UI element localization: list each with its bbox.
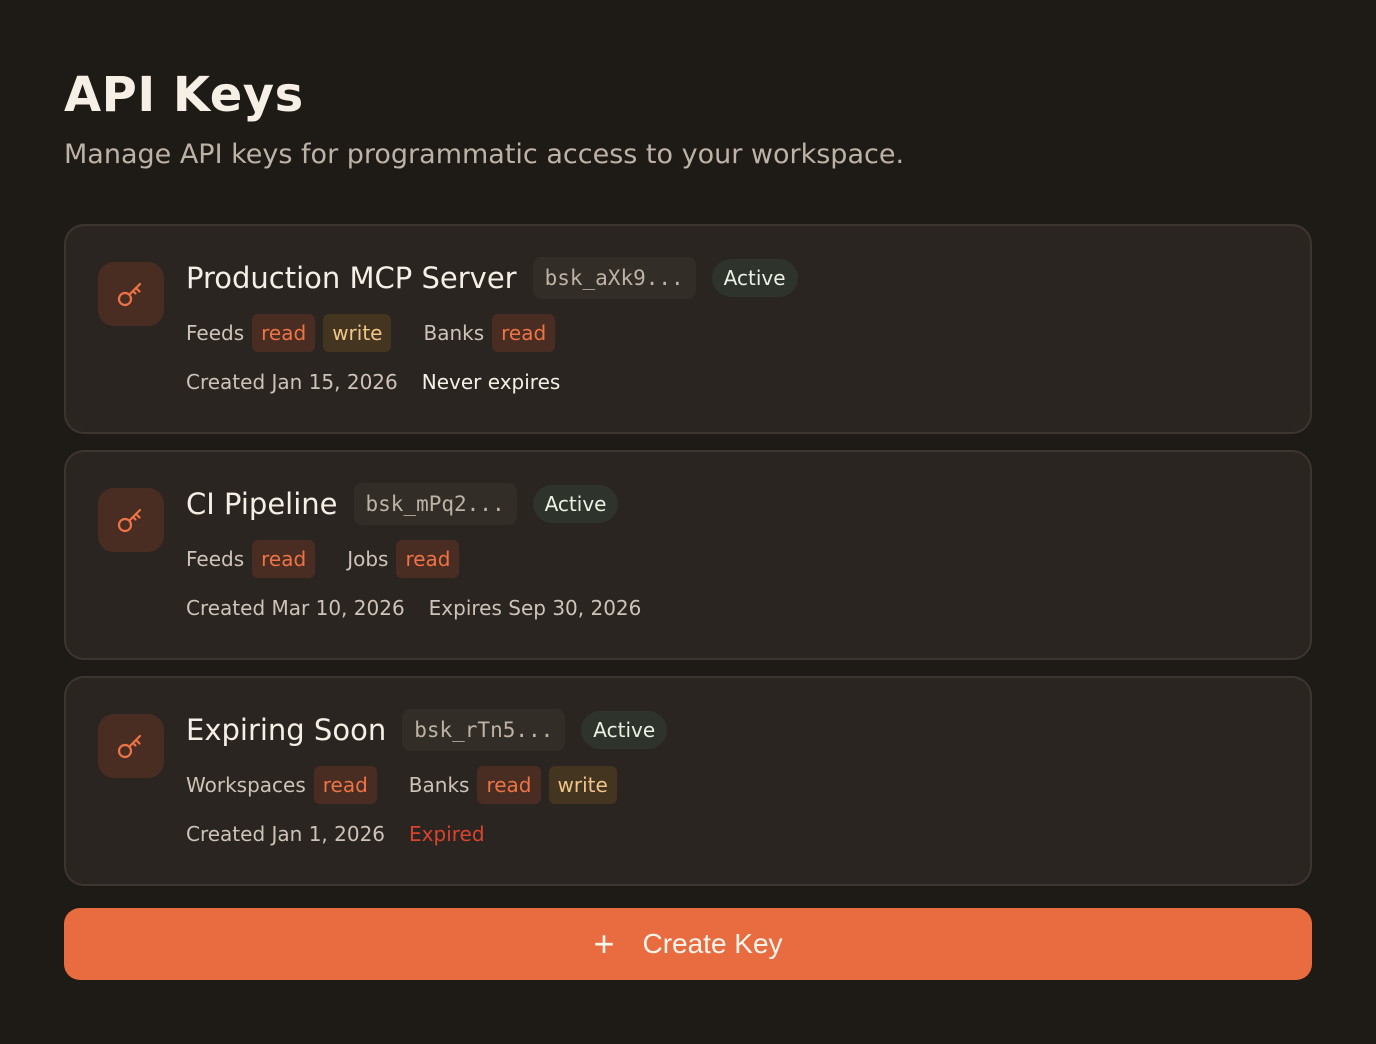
key-name: Expiring Soon (186, 713, 387, 747)
created-date: Created Jan 1, 2026 (186, 822, 386, 846)
api-key-card[interactable]: Production MCP Server bsk_aXk9... Active… (64, 224, 1312, 434)
permission-group: Feeds read (186, 540, 323, 578)
permission-resource: Feeds (186, 547, 245, 571)
expiry-status: Never expires (421, 370, 561, 394)
plus-icon: + (593, 923, 615, 964)
key-body: CI Pipeline bsk_mPq2... Active Feeds read… (186, 483, 1290, 626)
expiry-status: Expires Sep 30, 2026 (428, 596, 642, 620)
permission-resource: Banks (423, 321, 485, 345)
permission-group: Workspaces read (186, 766, 385, 804)
key-icon (98, 714, 164, 778)
permission-tag-write: write (323, 314, 392, 352)
page-subtitle: Manage API keys for programmatic access … (64, 139, 905, 170)
permission-resource: Banks (408, 773, 470, 797)
key-prefix: bsk_rTn5... (402, 709, 566, 751)
page-title: API Keys (64, 67, 304, 123)
status-badge: Active (532, 485, 619, 523)
key-body: Production MCP Server bsk_aXk9... Active… (186, 257, 1290, 400)
permission-tag-read: read (252, 314, 316, 352)
key-name: CI Pipeline (186, 487, 338, 521)
key-meta-row: Created Jan 15, 2026 Never expires (186, 364, 1290, 400)
permission-tag-read: read (396, 540, 460, 578)
api-key-card[interactable]: CI Pipeline bsk_mPq2... Active Feeds read… (64, 450, 1312, 660)
permission-tag-read: read (492, 314, 556, 352)
permissions-row: Feeds read Jobs read (186, 540, 1290, 578)
key-icon (98, 488, 164, 552)
status-badge: Active (581, 711, 668, 749)
key-prefix: bsk_mPq2... (353, 483, 517, 525)
permission-tag-write: write (548, 766, 617, 804)
permission-resource: Workspaces (186, 773, 306, 797)
created-date: Created Mar 10, 2026 (186, 596, 405, 620)
permission-resource: Jobs (347, 547, 389, 571)
permission-group: Banks read write (409, 766, 625, 804)
api-key-list: Production MCP Server bsk_aXk9... Active… (64, 224, 1312, 902)
permissions-row: Workspaces read Banks read write (186, 766, 1290, 804)
permission-group: Feeds read write (186, 314, 399, 352)
permission-group: Banks read (423, 314, 563, 352)
key-meta-row: Created Mar 10, 2026 Expires Sep 30, 202… (186, 590, 1290, 626)
permission-group: Jobs read (347, 540, 467, 578)
key-body: Expiring Soon bsk_rTn5... Active Workspa… (186, 709, 1290, 852)
key-title-row: Production MCP Server bsk_aXk9... Active (186, 257, 1290, 299)
permission-resource: Feeds (186, 321, 245, 345)
status-badge: Active (711, 259, 798, 297)
key-name: Production MCP Server (186, 261, 517, 295)
create-key-label: Create Key (642, 928, 783, 959)
key-prefix: bsk_aXk9... (532, 257, 696, 299)
permission-tag-read: read (252, 540, 316, 578)
key-title-row: Expiring Soon bsk_rTn5... Active (186, 709, 1290, 751)
api-key-card[interactable]: Expiring Soon bsk_rTn5... Active Workspa… (64, 676, 1312, 886)
permission-tag-read: read (313, 766, 377, 804)
created-date: Created Jan 15, 2026 (186, 370, 398, 394)
key-meta-row: Created Jan 1, 2026 Expired (186, 816, 1290, 852)
expiry-status: Expired (409, 822, 485, 846)
permission-tag-read: read (477, 766, 541, 804)
key-title-row: CI Pipeline bsk_mPq2... Active (186, 483, 1290, 525)
permissions-row: Feeds read write Banks read (186, 314, 1290, 352)
key-icon (98, 262, 164, 326)
create-key-button[interactable]: + Create Key (64, 908, 1312, 980)
